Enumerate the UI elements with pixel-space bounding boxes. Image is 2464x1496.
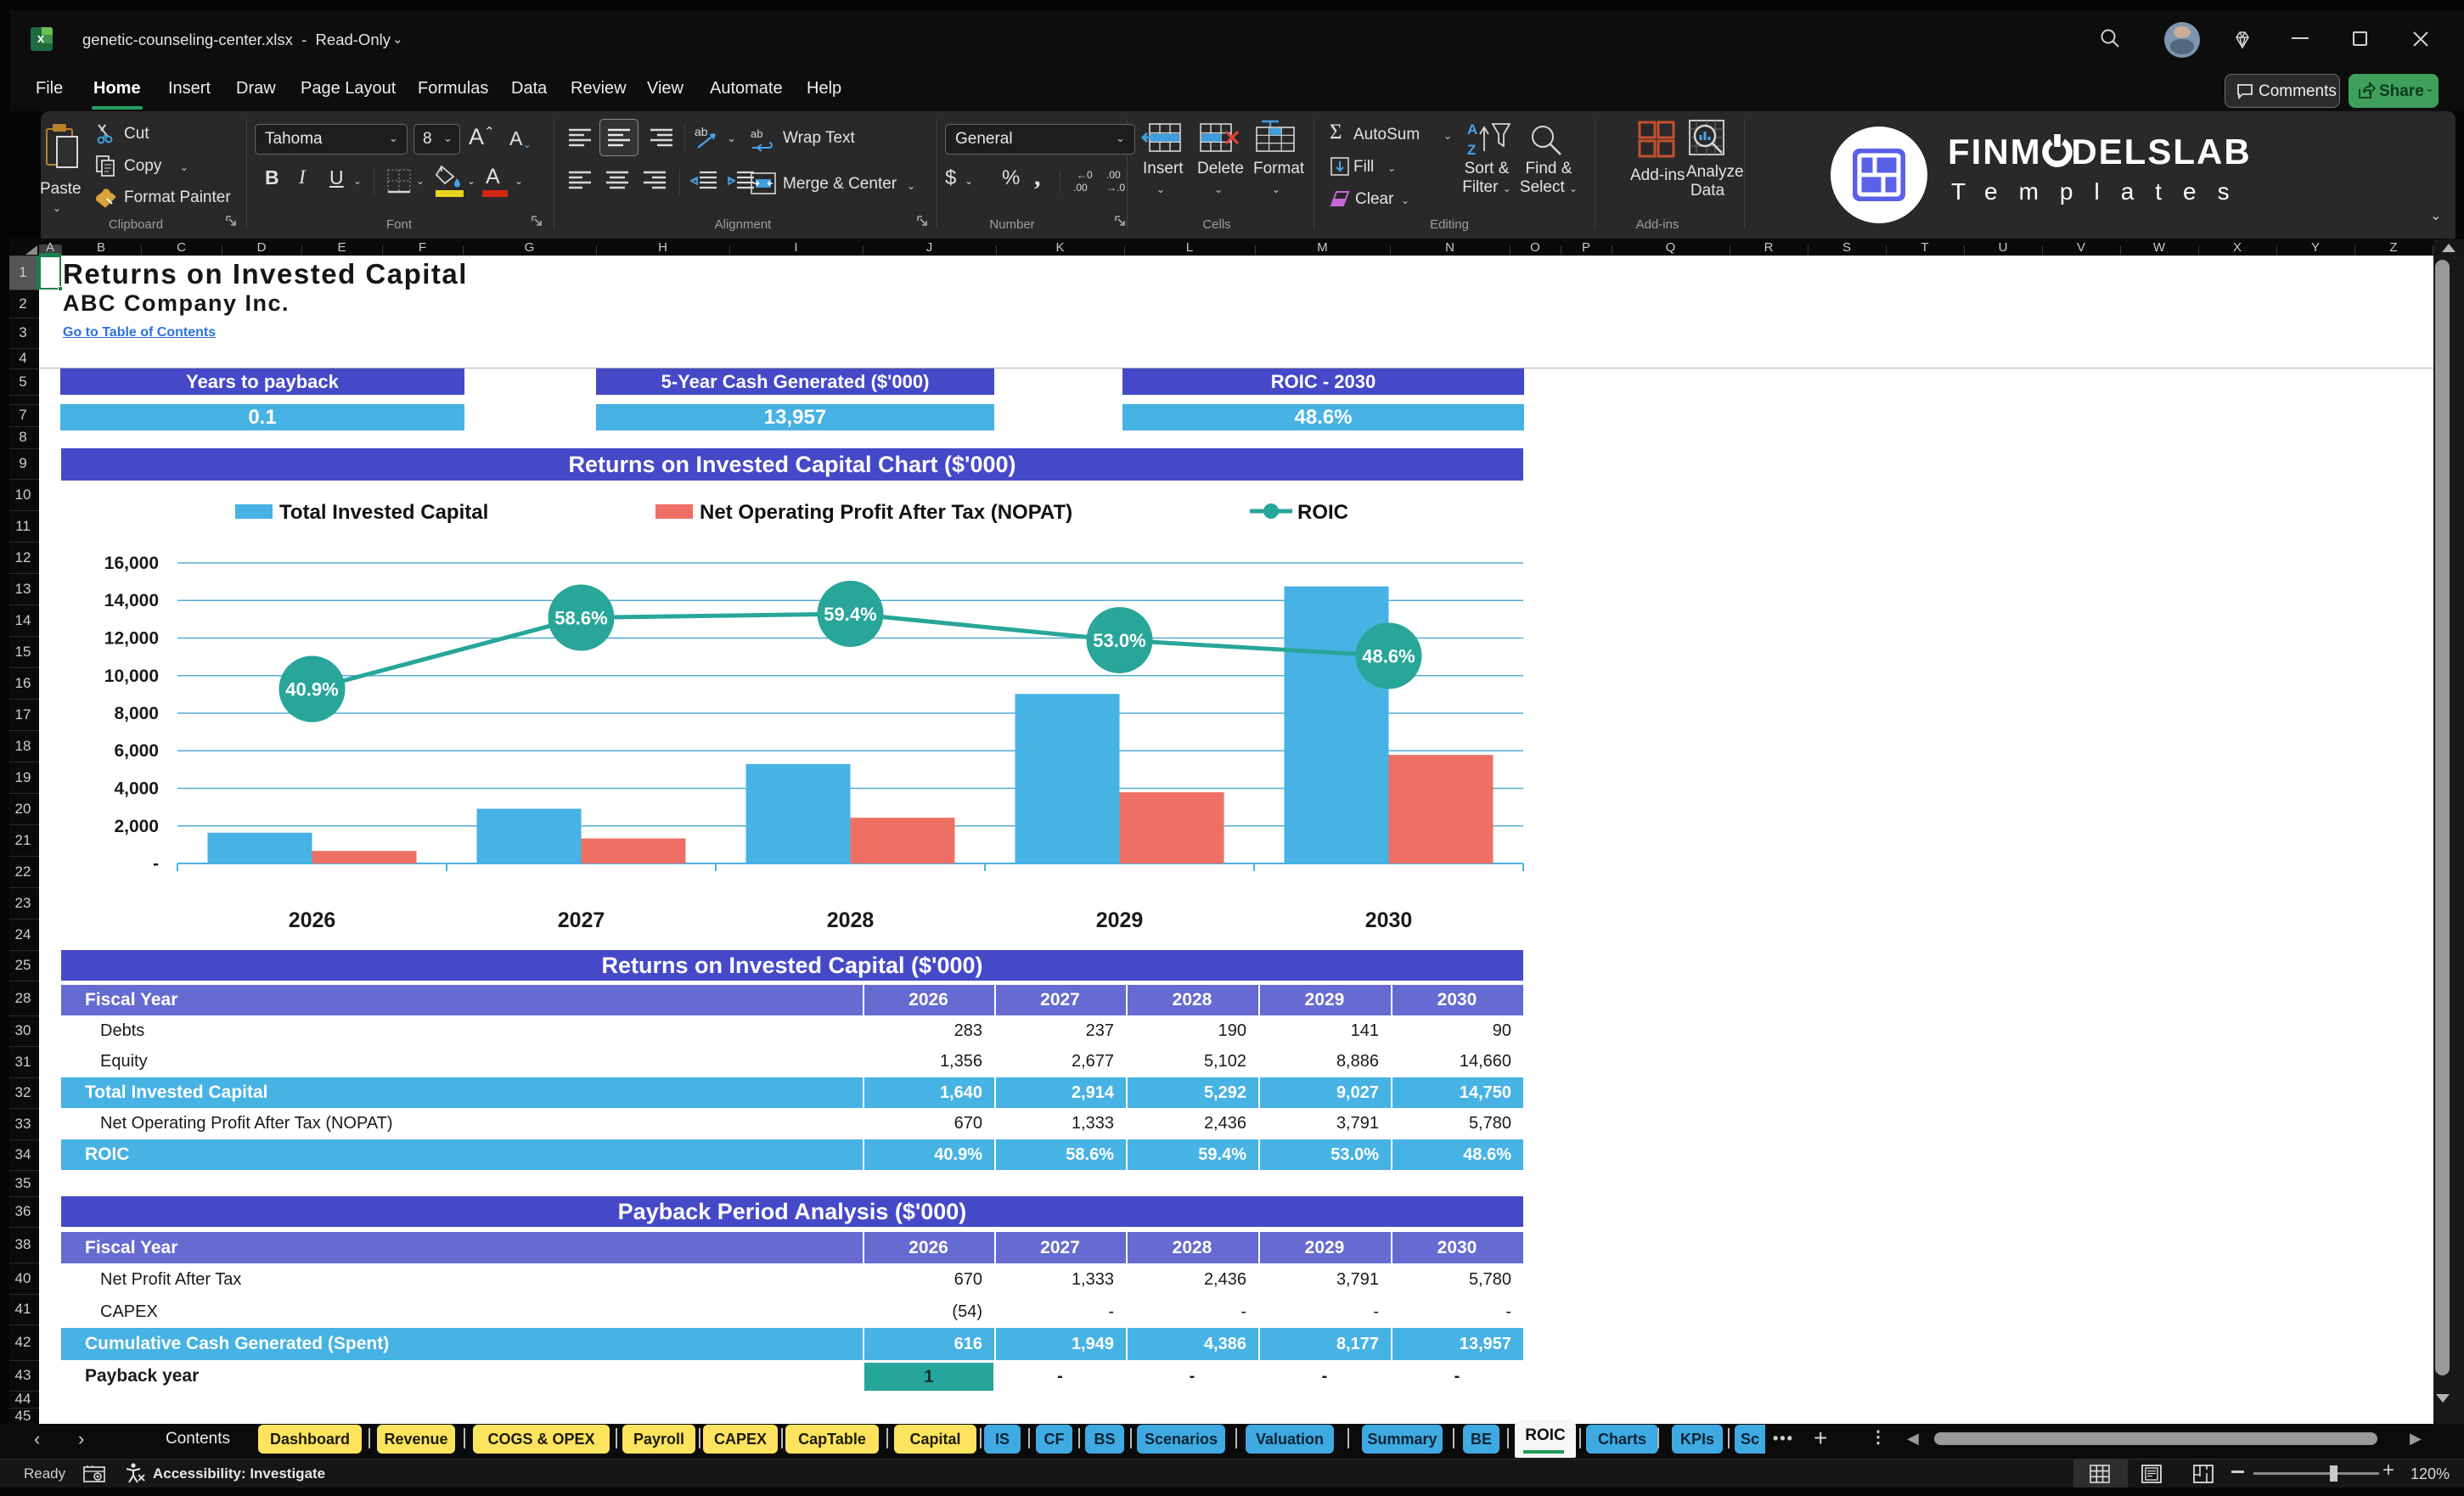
svg-text:58.6%: 58.6% bbox=[554, 608, 607, 629]
svg-text:40.9%: 40.9% bbox=[285, 679, 338, 700]
svg-text:.00: .00 bbox=[1073, 182, 1088, 194]
svg-text:2,000: 2,000 bbox=[114, 817, 159, 836]
svg-text:2026: 2026 bbox=[289, 908, 336, 932]
svg-text:Net Operating Profit After Tax: Net Operating Profit After Tax (NOPAT) bbox=[700, 501, 1072, 524]
svg-text:ab: ab bbox=[695, 125, 708, 138]
svg-text:2029: 2029 bbox=[1096, 908, 1144, 932]
svg-text:10,000: 10,000 bbox=[104, 666, 159, 686]
svg-text:2027: 2027 bbox=[558, 908, 605, 932]
svg-text:48.6%: 48.6% bbox=[1362, 646, 1415, 667]
svg-text:→.0: →.0 bbox=[1106, 182, 1125, 194]
svg-text:8,000: 8,000 bbox=[114, 704, 159, 723]
svg-text:12,000: 12,000 bbox=[104, 629, 159, 649]
svg-text:ab: ab bbox=[751, 127, 762, 140]
svg-text:4,000: 4,000 bbox=[114, 779, 159, 799]
svg-text:Z: Z bbox=[1467, 142, 1476, 158]
svg-text:2030: 2030 bbox=[1365, 908, 1413, 932]
svg-text:2028: 2028 bbox=[827, 908, 875, 932]
svg-text:Returns on Invested Capital Ch: Returns on Invested Capital Chart ($'000… bbox=[568, 452, 1015, 477]
svg-text:←0: ←0 bbox=[1077, 169, 1093, 181]
svg-text:14,000: 14,000 bbox=[104, 591, 159, 610]
svg-text:Total Invested Capital: Total Invested Capital bbox=[279, 501, 488, 524]
svg-text:16,000: 16,000 bbox=[104, 554, 159, 573]
svg-text:-: - bbox=[153, 854, 159, 874]
svg-text:53.0%: 53.0% bbox=[1093, 630, 1145, 651]
svg-text:ROIC: ROIC bbox=[1297, 501, 1348, 524]
svg-text:.00: .00 bbox=[1106, 169, 1121, 181]
svg-text:6,000: 6,000 bbox=[114, 741, 159, 761]
svg-text:59.4%: 59.4% bbox=[824, 604, 876, 625]
svg-text:A: A bbox=[1467, 121, 1477, 138]
